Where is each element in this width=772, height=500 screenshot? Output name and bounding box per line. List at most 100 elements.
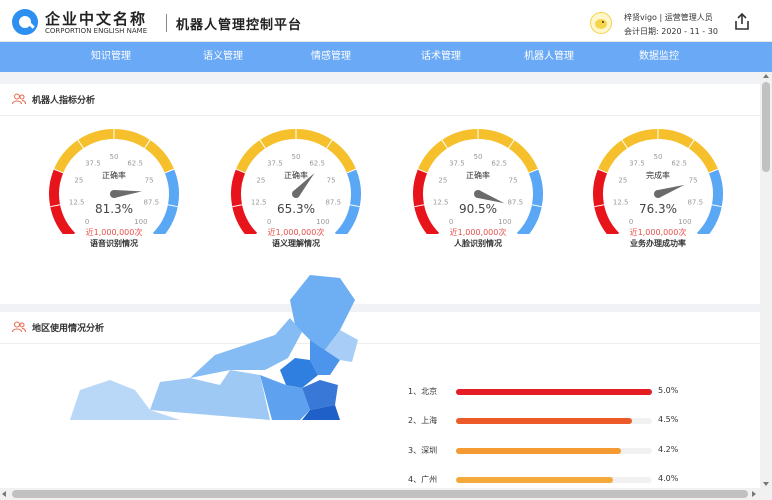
company-name: 企业中文名称 [45, 10, 148, 28]
nav-item-script[interactable]: 话术管理 [396, 42, 486, 72]
vertical-scrollbar[interactable] [760, 72, 772, 488]
rank-bar-fill [456, 448, 621, 454]
rank-value: 4.2% [658, 445, 679, 454]
gauge-tick-label: 25 [74, 176, 83, 184]
gauge-label: 正确率 [284, 170, 308, 180]
user-info: 梓贤vigo | 运营管理人员 [624, 13, 713, 22]
gauge-value: 90.5% [458, 202, 498, 216]
gauge-label: 正确率 [466, 170, 490, 180]
gauge-needle-hub [654, 190, 662, 198]
company-logo [12, 9, 38, 35]
gauge-tick-label: 75 [509, 176, 518, 184]
rank-bar-fill [456, 477, 613, 483]
region-rank-row: 4、广州 4.0% [408, 472, 708, 488]
gauge-dial: 012.52537.55062.57587.5100正确率 [413, 129, 543, 234]
scroll-right-icon[interactable] [752, 491, 756, 497]
gauge-tick-label: 100 [316, 218, 329, 226]
gauge-value: 65.3% [276, 202, 316, 216]
rank-label: 2、上海 [408, 416, 438, 425]
users-icon [12, 321, 26, 333]
user-avatar[interactable] [590, 12, 612, 34]
gauge-needle-hub [292, 190, 300, 198]
region-rank-row: 2、上海 4.5% [408, 413, 708, 429]
rank-bar-fill [456, 418, 633, 424]
scroll-left-icon[interactable] [2, 491, 6, 497]
nav-item-robot[interactable]: 机器人管理 [504, 42, 594, 72]
gauge-tick-label: 100 [678, 218, 691, 226]
nav-item-semantic[interactable]: 语义管理 [178, 42, 268, 72]
gauge-tick-label: 25 [618, 176, 627, 184]
gauge-semantic-understanding: 0 12.5 25 37.5 50 62.5 75 87.5 100 正确率 65.3% 近1,0… [226, 124, 366, 284]
china-region-map [70, 275, 358, 420]
gauge-tick-label: 25 [256, 176, 265, 184]
gauge-sample-count: 近1,000,000次 [267, 228, 325, 237]
nav-item-knowledge[interactable]: 知识管理 [66, 42, 156, 72]
gauge-tick-label: 25 [438, 176, 447, 184]
export-icon[interactable] [732, 12, 752, 32]
gauge-name: 语音识别情况 [90, 239, 138, 248]
top-header: 企业中文名称 CORPORTION ENGLISH NAME 机器人管理控制平台… [0, 0, 772, 42]
rank-value: 5.0% [658, 386, 679, 395]
gauge-value: 81.3% [94, 202, 134, 216]
gauge-tick-label: 50 [474, 153, 483, 161]
gauge-speech-recognition: 0 12.5 25 37.5 50 62.5 75 87.5 100 正确率 81.3% 近1,0… [44, 124, 184, 284]
rank-bar-track [456, 477, 652, 483]
gauge-tick-label: 0 [629, 218, 633, 226]
gauge-tick-label: 37.5 [629, 159, 645, 167]
gauge-tick-label: 62.5 [309, 159, 325, 167]
gauge-dial: 012.52537.55062.57587.5100正确率 [231, 129, 361, 234]
nav-item-emotion[interactable]: 情感管理 [286, 42, 376, 72]
rank-label: 1、北京 [408, 387, 438, 396]
rank-bar-track [456, 448, 652, 454]
gauge-tick-label: 62.5 [491, 159, 507, 167]
vertical-scroll-thumb[interactable] [762, 82, 770, 172]
gauge-tick-label: 50 [292, 153, 301, 161]
accounting-date: 会计日期: 2020 - 11 - 30 [624, 26, 718, 37]
gauge-dial: 012.52537.55062.57587.5100完成率 [593, 129, 723, 234]
users-icon [12, 93, 26, 105]
gauge-tick-label: 0 [449, 218, 453, 226]
app-title: 机器人管理控制平台 [176, 18, 303, 33]
gauge-name: 语义理解情况 [272, 239, 320, 248]
region-rank-row: 3、深圳 4.2% [408, 443, 708, 459]
rank-bar-fill [456, 389, 652, 395]
header-divider [166, 14, 167, 32]
gauge-tick-label: 75 [327, 176, 336, 184]
gauge-tick-label: 100 [134, 218, 147, 226]
rank-value: 4.0% [658, 474, 679, 483]
scroll-up-icon[interactable] [763, 74, 769, 78]
date-value: 2020 - 11 - 30 [661, 27, 718, 36]
region-rank-row: 1、北京 5.0% [408, 384, 708, 400]
gauge-tick-label: 75 [689, 176, 698, 184]
gauge-needle-hub [474, 190, 482, 198]
gauge-tick-label: 50 [110, 153, 119, 161]
map-region-north [150, 370, 270, 420]
gauge-dial: 012.52537.55062.57587.5100正确率 [49, 129, 179, 234]
panel-header: 机器人指标分析 [0, 84, 760, 116]
gauge-business-success: 0 12.5 25 37.5 50 62.5 75 87.5 100 完成率 76.3% 近1,0… [588, 124, 728, 284]
nav-item-data-monitor[interactable]: 数据监控 [614, 42, 704, 72]
gauge-tick-label: 37.5 [449, 159, 465, 167]
gauge-label: 正确率 [102, 170, 126, 180]
scroll-down-icon[interactable] [763, 482, 769, 486]
rank-value: 4.5% [658, 415, 679, 424]
horizontal-scroll-thumb[interactable] [12, 490, 748, 498]
gauge-face-recognition: 0 12.5 25 37.5 50 62.5 75 87.5 100 正确率 90.5% 近1,0… [408, 124, 548, 284]
gauge-tick-label: 50 [654, 153, 663, 161]
horizontal-scrollbar[interactable] [0, 488, 772, 500]
rank-label: 4、广州 [408, 475, 438, 484]
company-english-name: CORPORTION ENGLISH NAME [45, 27, 148, 35]
rank-bar-track [456, 418, 652, 424]
main-nav: 知识管理 语义管理 情感管理 话术管理 机器人管理 数据监控 [0, 42, 772, 72]
gauge-value: 76.3% [638, 202, 678, 216]
rank-bar-track [456, 389, 652, 395]
rank-label: 3、深圳 [408, 446, 438, 455]
gauge-tick-label: 75 [145, 176, 154, 184]
gauge-sample-count: 近1,000,000次 [85, 228, 143, 237]
gauge-tick-label: 100 [498, 218, 511, 226]
gauge-tick-label: 37.5 [85, 159, 101, 167]
gauge-tick-label: 0 [85, 218, 89, 226]
gauge-name: 人脸识别情况 [454, 239, 502, 248]
gauge-needle-hub [110, 190, 118, 198]
panel-title: 机器人指标分析 [32, 96, 96, 106]
